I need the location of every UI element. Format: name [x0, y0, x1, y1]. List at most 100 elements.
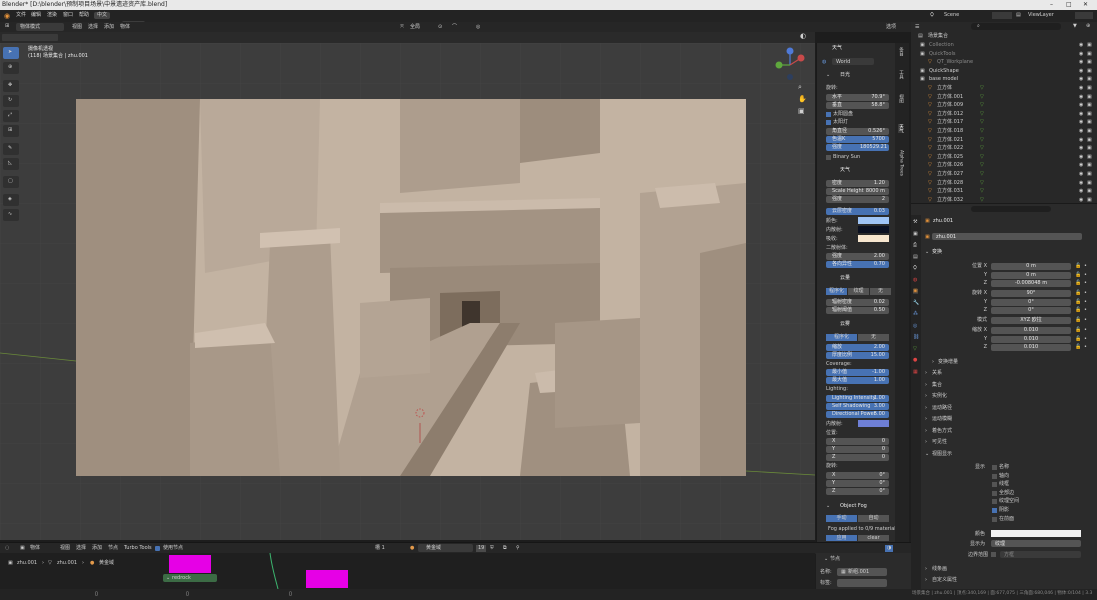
- object-fog-collapse-icon[interactable]: ⌄: [826, 504, 830, 509]
- view-layer-name[interactable]: ViewLayer: [1028, 13, 1054, 18]
- render-camera-icon[interactable]: ▣: [1087, 94, 1092, 100]
- node-editor-object[interactable]: 物体: [30, 546, 40, 551]
- binary-sun-checkbox[interactable]: [826, 155, 831, 160]
- lock-icon[interactable]: 🔓: [1075, 299, 1081, 305]
- scene-props-icon[interactable]: ⛭: [913, 266, 917, 271]
- display-color-swatch[interactable]: [991, 530, 1081, 537]
- bounds-checkbox[interactable]: [991, 552, 996, 557]
- cloud-mode-1[interactable]: 纹理: [848, 288, 869, 295]
- outliner-row[interactable]: ▽ 立方体.028 ▽ ◉ ▣: [920, 180, 1095, 188]
- outliner-row[interactable]: ▽ 立方体.027 ▽ ◉ ▣: [920, 171, 1095, 179]
- sidebar-tab-0[interactable]: 条目: [898, 47, 904, 56]
- outliner-row[interactable]: ▽ 立方体.001 ▽ ◉ ▣: [920, 94, 1095, 102]
- outliner-search-input[interactable]: [971, 23, 1061, 30]
- fake-user-icon[interactable]: ⛨: [490, 546, 494, 551]
- visibility-eye-icon[interactable]: ◉: [1079, 120, 1083, 125]
- new-collection-icon[interactable]: ⊕: [1086, 24, 1090, 29]
- material-slot[interactable]: 槽 1: [375, 546, 385, 551]
- outliner-row[interactable]: ▣ Collection ◉ ▣: [920, 42, 1095, 50]
- display-checkbox-3[interactable]: [992, 490, 997, 496]
- vp-menu-select[interactable]: 选择: [88, 25, 98, 30]
- display-checkbox-4[interactable]: [992, 499, 997, 505]
- cloud-mode-0[interactable]: 程序化: [826, 288, 847, 295]
- breadcrumb-mesh[interactable]: zhu.001: [57, 561, 77, 566]
- outliner-row[interactable]: ▽ QT_Workplane ◉ ▣: [920, 59, 1095, 67]
- outliner-row[interactable]: ▣ QuickShape ◉ ▣: [920, 68, 1095, 76]
- visibility-eye-icon[interactable]: ◉: [1079, 51, 1083, 57]
- sky-color3-swatch[interactable]: [858, 235, 889, 242]
- transform-orientation[interactable]: 全局: [410, 25, 420, 30]
- keyframe-dot-icon[interactable]: •: [1084, 299, 1087, 305]
- lock-icon[interactable]: 🔓: [1075, 336, 1081, 342]
- tool-scale[interactable]: ⤢: [3, 110, 19, 122]
- breadcrumb-object[interactable]: zhu.001: [17, 561, 37, 566]
- zoom-icon[interactable]: ⌕: [798, 84, 802, 91]
- display-checkbox-1[interactable]: [992, 473, 997, 479]
- vp-menu-object[interactable]: 物体: [120, 25, 130, 30]
- constraints-props-icon[interactable]: ⛓: [913, 335, 919, 340]
- menu-window[interactable]: 窗口: [63, 13, 73, 18]
- tool-select[interactable]: ➤: [3, 47, 19, 59]
- duplicate-icon[interactable]: ⧉: [503, 546, 507, 551]
- node-panel-collapse-icon[interactable]: ⌄: [824, 557, 828, 562]
- world-props-icon[interactable]: ◍: [913, 277, 917, 283]
- outliner-row[interactable]: ▣ QuickTools ◉ ▣: [920, 51, 1095, 59]
- outliner-row[interactable]: ▽ 立方体.018 ▽ ◉ ▣: [920, 128, 1095, 136]
- visibility-eye-icon[interactable]: ◉: [1079, 77, 1083, 82]
- visibility-eye-icon[interactable]: ◉: [1079, 103, 1083, 108]
- keyframe-dot-icon[interactable]: •: [1084, 281, 1087, 286]
- clear-button[interactable]: clear: [858, 535, 889, 541]
- tool-quickshape[interactable]: ◈: [3, 194, 19, 206]
- visibility-eye-icon[interactable]: ◉: [1079, 137, 1083, 143]
- transform-orientation-icon[interactable]: ⤧: [400, 25, 404, 30]
- lock-icon[interactable]: 🔓: [1075, 345, 1081, 350]
- node-frame-magenta-2[interactable]: [306, 570, 348, 588]
- visibility-eye-icon[interactable]: ◉: [1079, 86, 1083, 91]
- maximize-button[interactable]: □: [1066, 2, 1072, 8]
- properties-search-input[interactable]: [971, 206, 1051, 212]
- pin-icon[interactable]: ⚲: [516, 546, 520, 551]
- select-mode-buttons[interactable]: [2, 34, 58, 41]
- visibility-eye-icon[interactable]: ◉: [1079, 43, 1083, 48]
- outliner-row[interactable]: ▽ 立方体.017 ▽ ◉ ▣: [920, 119, 1095, 127]
- tool-add-cube[interactable]: ▢: [3, 176, 19, 188]
- node-editor-canvas[interactable]: ▣ zhu.001 › ▽ zhu.001 › ● 黄金域 ⌄ redrock: [0, 553, 815, 589]
- object-props-icon[interactable]: ▣: [913, 289, 918, 294]
- node-editor-type-icon[interactable]: ◌: [5, 546, 9, 551]
- blender-logo-icon[interactable]: ◉: [4, 13, 10, 20]
- outliner-row[interactable]: ▽ 立方体.025 ▽ ◉ ▣: [920, 154, 1095, 162]
- visibility-eye-icon[interactable]: ◉: [1079, 129, 1083, 134]
- render-camera-icon[interactable]: ▣: [1087, 172, 1092, 177]
- visibility-eye-icon[interactable]: ◉: [1079, 154, 1083, 160]
- keyframe-dot-icon[interactable]: •: [1084, 264, 1087, 269]
- use-nodes-checkbox[interactable]: [155, 546, 160, 551]
- options-dropdown[interactable]: 选项: [886, 25, 896, 30]
- render-camera-icon[interactable]: ▣: [1087, 103, 1092, 108]
- view-layer-props-icon[interactable]: ▤: [913, 254, 918, 260]
- render-camera-icon[interactable]: ▣: [1087, 86, 1092, 91]
- node-editor-type-icon2[interactable]: ▣: [20, 546, 25, 551]
- outliner-row[interactable]: ▽ 立方体.012 ▽ ◉ ▣: [920, 111, 1095, 119]
- sky-color2-swatch[interactable]: [858, 226, 889, 233]
- keyframe-dot-icon[interactable]: •: [1084, 291, 1087, 296]
- filter-icon[interactable]: ▼: [1073, 24, 1077, 29]
- render-camera-icon[interactable]: ▣: [1087, 68, 1092, 74]
- sidebar-tab-4[interactable]: Alpha Trees: [898, 150, 904, 176]
- fog-mode-1[interactable]: 无: [858, 334, 889, 341]
- menu-help[interactable]: 帮助: [79, 13, 89, 18]
- display-checkbox-6[interactable]: [992, 516, 997, 522]
- tool-rotate[interactable]: ↻: [3, 95, 19, 107]
- node-overlay-icon[interactable]: ◑: [885, 545, 894, 552]
- viewport-shading-icon[interactable]: ◐: [800, 33, 806, 40]
- visibility-eye-icon[interactable]: ◉: [1079, 68, 1083, 74]
- render-camera-icon[interactable]: ▣: [1087, 111, 1092, 117]
- outliner-row[interactable]: ▽ 立方体 ▽ ◉ ▣: [920, 85, 1095, 93]
- tool-move[interactable]: ✥: [3, 80, 19, 92]
- visibility-eye-icon[interactable]: ◉: [1079, 111, 1083, 117]
- cloud-mode-2[interactable]: 无: [870, 288, 891, 295]
- editor-type-icon[interactable]: ⊞: [5, 24, 9, 29]
- menu-render[interactable]: 渲染: [47, 13, 57, 18]
- lock-icon[interactable]: 🔓: [1075, 291, 1081, 296]
- outliner-row[interactable]: ▽ 立方体.031 ▽ ◉ ▣: [920, 188, 1095, 196]
- render-camera-icon[interactable]: ▣: [1087, 77, 1092, 82]
